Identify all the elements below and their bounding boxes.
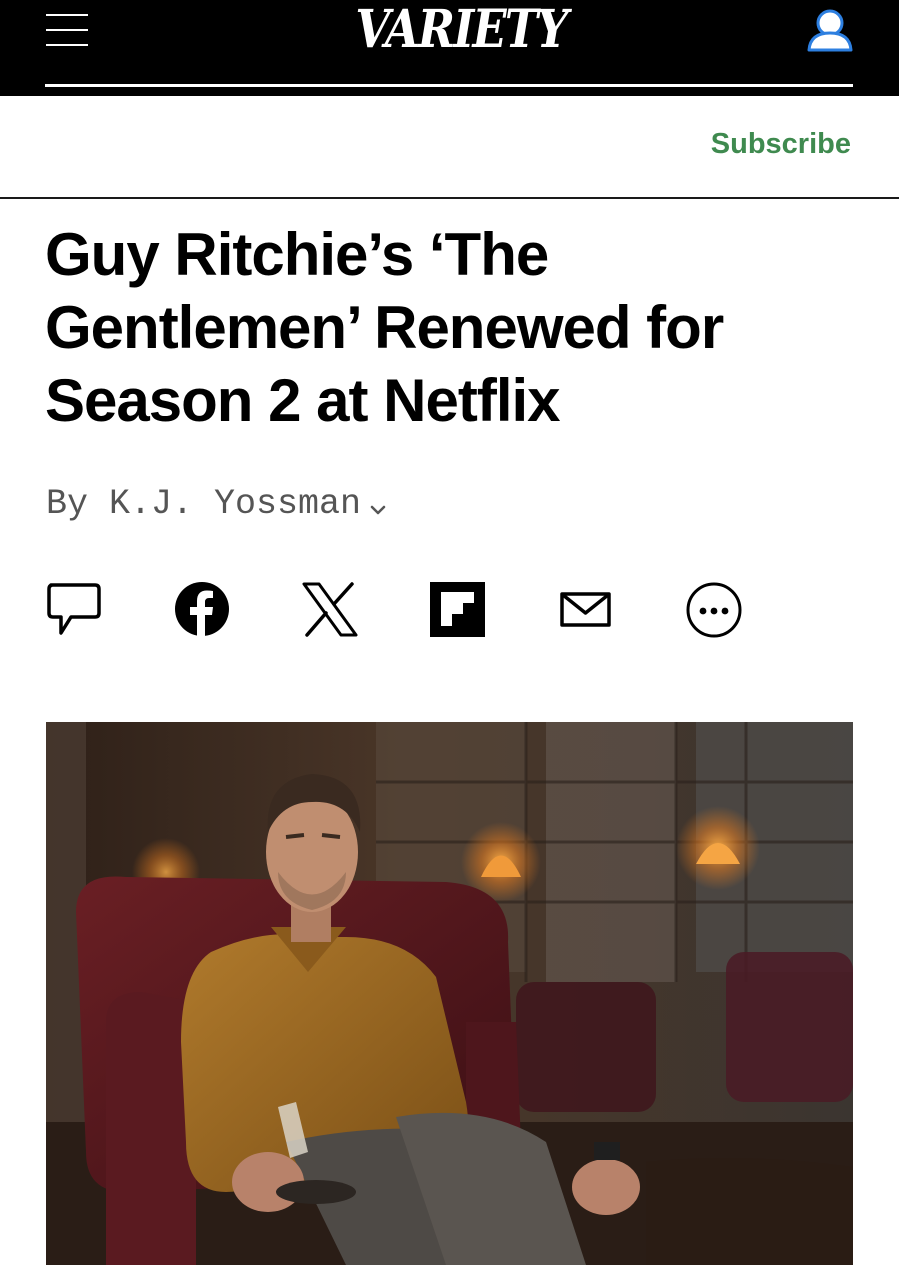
x-icon[interactable] — [300, 580, 360, 640]
comment-icon[interactable] — [44, 580, 104, 640]
email-icon[interactable] — [556, 580, 616, 640]
article-headline: Guy Ritchie’s ‘The Gentlemen’ Renewed fo… — [45, 221, 724, 434]
author-byline[interactable]: By K.J. Yossman — [46, 482, 389, 526]
hero-image — [46, 722, 853, 1265]
site-header: VARIETY — [0, 0, 899, 96]
byline-text: By K.J. Yossman — [46, 484, 362, 524]
more-icon[interactable] — [684, 580, 744, 640]
variety-logo[interactable]: VARIETY — [355, 0, 568, 66]
user-icon[interactable] — [804, 6, 856, 54]
flipboard-icon[interactable] — [428, 580, 488, 640]
header-divider — [45, 84, 853, 87]
chevron-down-icon — [367, 490, 389, 514]
subscribe-link[interactable]: Subscribe — [711, 128, 851, 161]
facebook-icon[interactable] — [172, 580, 232, 640]
hamburger-icon[interactable] — [44, 10, 90, 50]
subscribe-bar: Subscribe — [0, 96, 899, 199]
share-toolbar — [44, 580, 804, 642]
